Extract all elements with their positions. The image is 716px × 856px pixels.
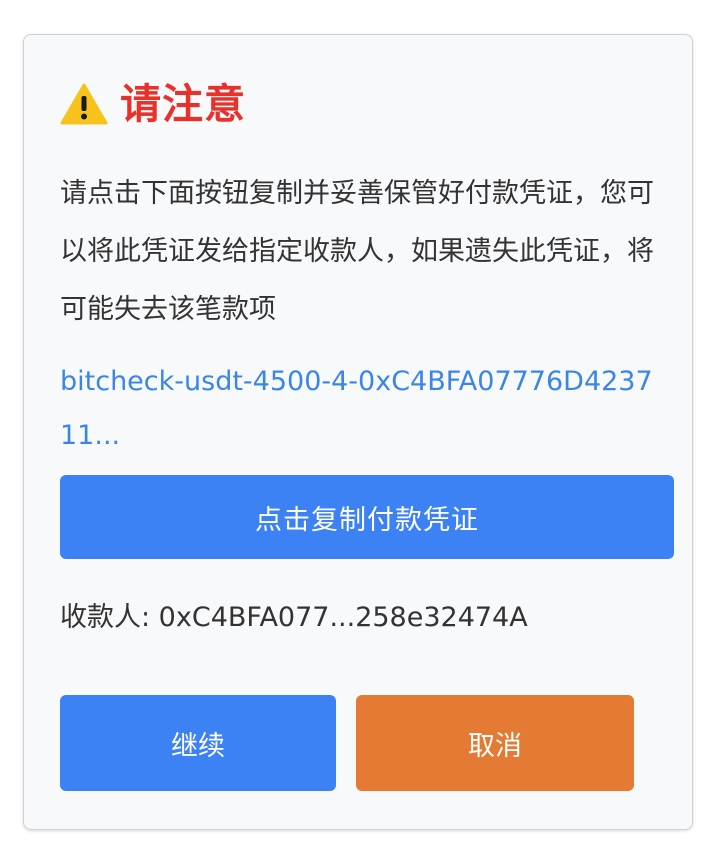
dialog-message: 请点击下面按钮复制并妥善保管好付款凭证，您可以将此凭证发给指定收款人，如果遗失此… — [60, 178, 654, 325]
payment-voucher-link[interactable]: bitcheck-usdt-4500-4-0xC4BFA07776D423711… — [60, 355, 660, 463]
dialog-header: 请注意 — [60, 79, 246, 129]
cancel-button[interactable]: 取消 — [356, 695, 634, 791]
copy-voucher-button[interactable]: 点击复制付款凭证 — [60, 475, 674, 559]
warning-triangle-icon — [60, 83, 120, 125]
notice-dialog: 请注意 请点击下面按钮复制并妥善保管好付款凭证，您可以将此凭证发给指定收款人，如… — [23, 34, 693, 830]
dialog-title: 请注意 — [120, 80, 246, 128]
continue-button[interactable]: 继续 — [60, 695, 336, 791]
recipient-address: 收款人: 0xC4BFA077...258e32474A — [60, 602, 528, 633]
